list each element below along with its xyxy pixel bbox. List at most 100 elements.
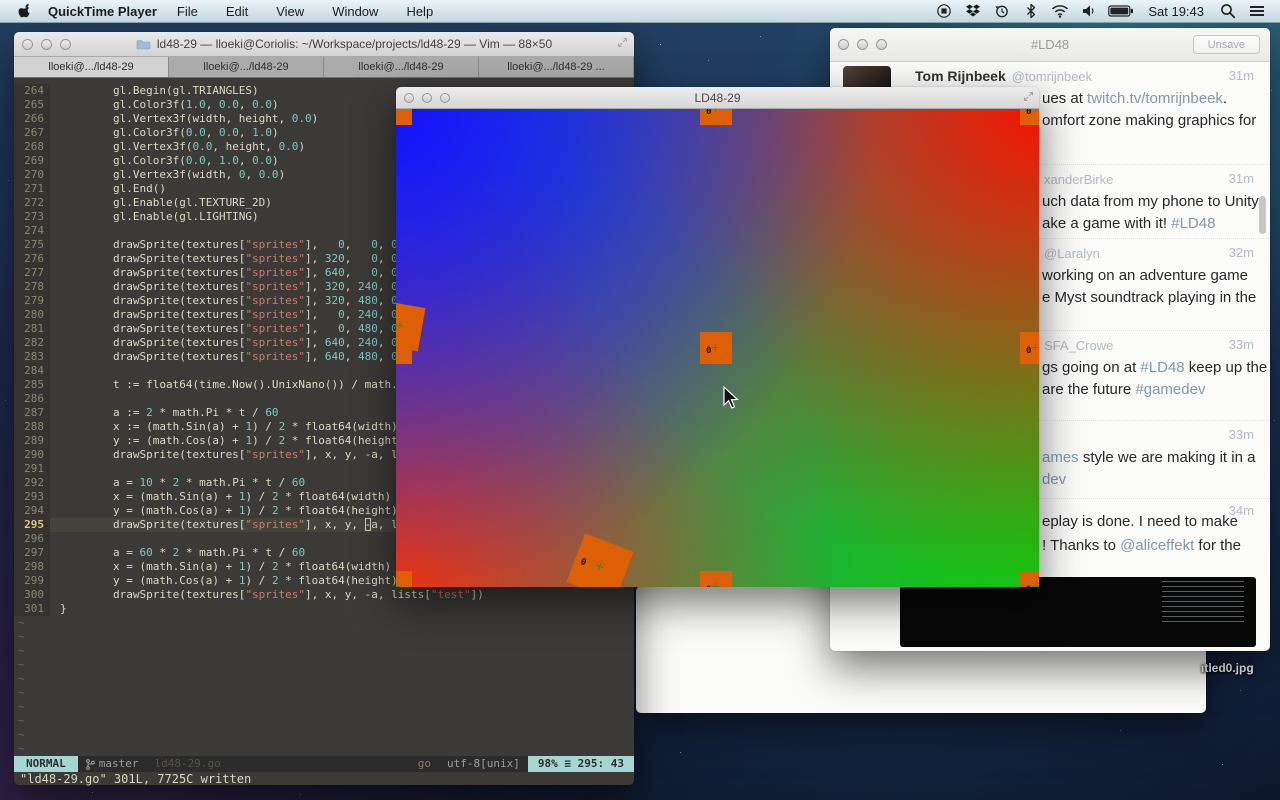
sprite-label: 0 xyxy=(1026,585,1031,587)
sprite-label: 0 xyxy=(579,557,588,568)
menu-view[interactable]: View xyxy=(262,4,318,19)
number-literal: 1.0 xyxy=(252,126,272,139)
vim-filetype: go xyxy=(410,756,439,772)
line-number: 274 xyxy=(14,224,50,238)
close-button[interactable] xyxy=(22,39,33,50)
game-sprite: 0 xyxy=(700,571,732,587)
code-line: 300 drawSprite(textures["sprites"], x, y… xyxy=(14,588,634,602)
sprite-label: 0 xyxy=(706,346,711,356)
unsave-button[interactable]: Unsave xyxy=(1193,35,1260,54)
menu-bar: QuickTime Player FileEditViewWindowHelp … xyxy=(0,0,1280,23)
number-literal: 2 xyxy=(146,406,153,419)
tweet-image-attachment[interactable] xyxy=(900,577,1256,647)
line-number: 301 xyxy=(14,602,50,616)
tweet-header: Tom Rijnbeek@tomrijnbeek xyxy=(915,68,1210,84)
volume-icon[interactable] xyxy=(1078,1,1100,21)
menu-help[interactable]: Help xyxy=(392,4,447,19)
line-number: 289 xyxy=(14,434,50,448)
tilde-marker: ~ xyxy=(14,714,54,728)
menu-items: FileEditViewWindowHelp xyxy=(163,4,447,19)
line-number: 273 xyxy=(14,210,50,224)
apple-menu[interactable] xyxy=(18,3,32,19)
number-literal: 2 xyxy=(272,560,279,573)
game-sprite: 0 xyxy=(396,571,412,587)
code-text: x := (math.Sin(a) + 1) / 2 * float64(wid… xyxy=(50,420,398,434)
tweet-text: style we are making it in a xyxy=(1079,449,1256,466)
line-number: 293 xyxy=(14,490,50,504)
terminal-tab[interactable]: lloeki@.../ld48-29 xyxy=(324,57,479,77)
bluetooth-icon[interactable] xyxy=(1020,1,1042,21)
tweet-text: ues at xyxy=(1042,90,1087,107)
terminal-tab[interactable]: lloeki@.../ld48-29 xyxy=(169,57,324,77)
empty-buffer-line: ~ xyxy=(14,616,634,630)
number-literal: 320 xyxy=(325,294,345,307)
tweet-link[interactable]: dev xyxy=(1042,471,1066,488)
scrollbar-thumb[interactable] xyxy=(1259,196,1266,234)
game-sprite: 0 xyxy=(566,533,633,587)
minimize-button[interactable] xyxy=(41,39,52,50)
menu-window[interactable]: Window xyxy=(318,4,392,19)
line-number: 277 xyxy=(14,266,50,280)
number-literal: 1.0 xyxy=(219,154,239,167)
menu-file[interactable]: File xyxy=(163,4,212,19)
menu-edit[interactable]: Edit xyxy=(212,4,262,19)
game-titlebar[interactable]: LD48-29 xyxy=(396,87,1039,109)
zoom-button[interactable] xyxy=(60,39,71,50)
code-text: drawSprite(textures["sprites"], 320, 240… xyxy=(50,280,424,294)
lines-icon: ≡ xyxy=(564,757,571,770)
code-text: t := float64(time.Now().UnixNano()) / ma… xyxy=(50,378,424,392)
battery-icon[interactable] xyxy=(1107,1,1135,21)
fullscreen-icon[interactable] xyxy=(1023,91,1034,102)
tweet-author-handle: @Laralyn xyxy=(1044,246,1100,261)
code-text: x = (math.Sin(a) + 1) / 2 * float64(widt… xyxy=(50,560,391,574)
desktop-file-label[interactable]: itled0.jpg xyxy=(1201,661,1254,675)
line-number: 291 xyxy=(14,462,50,476)
tweetbot-titlebar[interactable]: #LD48 Unsave xyxy=(830,28,1270,62)
tweet-text: eplay is done. I need to make xyxy=(1042,513,1238,530)
code-text xyxy=(50,224,60,238)
tweet-link[interactable]: #gamedev xyxy=(1135,381,1205,398)
game-sprite: 0 xyxy=(1020,571,1039,587)
resize-icon[interactable] xyxy=(617,37,628,48)
empty-buffer-line: ~ xyxy=(14,714,634,728)
terminal-window-title: ld48-29 — lloeki@Coriolis: ~/Workspace/p… xyxy=(84,37,604,51)
number-literal: 2 xyxy=(173,546,180,559)
tweet-text: gs going on at xyxy=(1042,359,1140,376)
string-literal: "sprites" xyxy=(245,350,305,363)
tweet-link[interactable]: #LD48 xyxy=(1140,359,1184,376)
terminal-tab[interactable]: lloeki@.../ld48-29 xyxy=(14,57,169,77)
tweet-link[interactable]: #LD48 xyxy=(1171,215,1215,232)
tweet-text: for the xyxy=(1194,537,1241,554)
line-number: 285 xyxy=(14,378,50,392)
line-number: 280 xyxy=(14,308,50,322)
menu-clock[interactable]: Sat 19:43 xyxy=(1142,4,1210,19)
terminal-tab[interactable]: lloeki@.../ld48-29 ... xyxy=(479,57,634,77)
sprite-center-cross xyxy=(595,562,604,571)
tweet-link[interactable]: twitch.tv/tomrijnbeek xyxy=(1087,90,1223,107)
tweet-text: keep up the xyxy=(1185,359,1268,376)
tweet-link[interactable]: ames xyxy=(1042,449,1079,466)
wifi-icon[interactable] xyxy=(1049,1,1071,21)
number-literal: 0.0 xyxy=(219,126,239,139)
tilde-marker: ~ xyxy=(14,644,54,658)
dropbox-icon[interactable] xyxy=(962,1,984,21)
code-text: a = 60 * 2 * math.Pi * t / 60 xyxy=(50,546,305,560)
number-literal: 0.0 xyxy=(186,126,206,139)
app-menu[interactable]: QuickTime Player xyxy=(48,4,157,19)
spotlight-search-icon[interactable] xyxy=(1217,1,1239,21)
tweet-timestamp: 33m xyxy=(1229,427,1254,442)
screen-recording-stop-icon[interactable] xyxy=(933,1,955,21)
code-text xyxy=(50,364,60,378)
terminal-titlebar[interactable]: ld48-29 — lloeki@Coriolis: ~/Workspace/p… xyxy=(14,32,634,57)
empty-buffer-line: ~ xyxy=(14,644,634,658)
mouse-cursor xyxy=(722,386,740,410)
notification-center-icon[interactable] xyxy=(1246,1,1268,21)
time-machine-icon[interactable] xyxy=(991,1,1013,21)
tweet-link[interactable]: @aliceffekt xyxy=(1120,537,1194,554)
number-literal: 0.0 xyxy=(186,154,206,167)
game-canvas[interactable]: 00000000000 xyxy=(396,109,1039,587)
number-literal: 0 xyxy=(338,238,345,251)
number-literal: 240 xyxy=(358,336,378,349)
sprite-center-cross xyxy=(712,583,719,587)
vim-mode-indicator: NORMAL xyxy=(14,756,78,772)
